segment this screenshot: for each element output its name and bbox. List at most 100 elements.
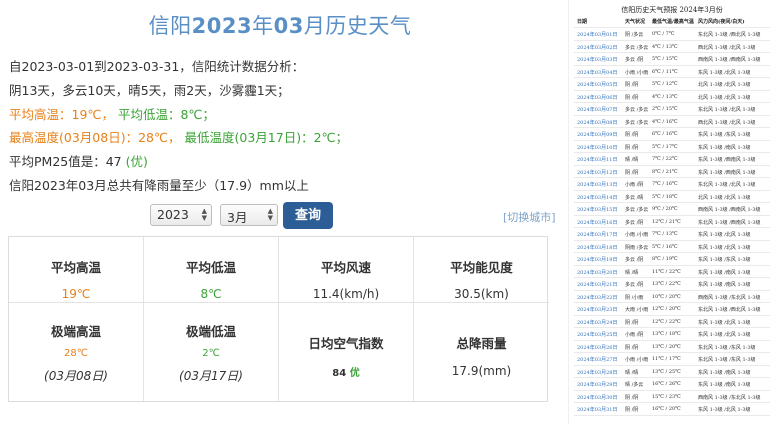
forecast-weather: 晴 /晴 <box>625 157 639 163</box>
table-row: 2024年03月01日阴 /多云 0℃ / 7℃ 东北风 1-3级 /西北风 1-3… <box>574 28 770 41</box>
table-row: 2024年03月12日阴 /阴 8℃ / 21℃ 东风 1-3级 /西南风 1-3级 <box>574 166 770 178</box>
query-controls: 2023 ▲ ▼ 3月 ▲ ▼ 查询 [切换城市] <box>0 202 560 229</box>
query-button[interactable]: 查询 <box>283 202 333 229</box>
forecast-wind: 东风 1-3级 /北风 1-3级 <box>698 232 751 238</box>
forecast-temp: 0℃ / 7℃ <box>652 31 675 37</box>
col-header-date: 日期 <box>577 19 588 25</box>
forecast-wind: 西北风 1-3级 /北风 1-3级 <box>698 44 756 51</box>
summary-pm25-text: 平均PM25值是：47 <box>9 154 126 169</box>
stat-value: 19℃ <box>61 287 91 301</box>
forecast-date-link[interactable]: 2024年03月01日 <box>577 31 623 38</box>
forecast-date-link[interactable]: 2024年03月09日 <box>577 131 623 138</box>
summary-avg-low: 平均低温：8℃； <box>117 107 215 122</box>
forecast-date-link[interactable]: 2024年03月20日 <box>577 269 623 276</box>
forecast-temp: 13℃ / 20℃ <box>652 343 681 350</box>
forecast-weather: 阴 /多云 <box>625 32 644 38</box>
forecast-temp: 5℃ / 18℃ <box>652 193 678 200</box>
forecast-date-link[interactable]: 2024年03月30日 <box>577 394 623 401</box>
stat-label: 日均空气指数 <box>308 336 384 351</box>
summary-avg-high: 平均高温：19℃， <box>9 107 114 122</box>
title-city: 信阳 <box>148 14 192 38</box>
forecast-date-link[interactable]: 2024年03月06日 <box>577 94 623 101</box>
forecast-weather: 阴 /阴 <box>625 394 639 401</box>
forecast-wind: 东北风 1-3级 /东风 1-3级 <box>698 357 756 363</box>
forecast-weather: 阴 /阴 <box>625 94 639 101</box>
table-row: 2024年03月16日 多云 /阴 12℃ / 21℃ 东北风 1-3级 /西南风 1… <box>574 216 770 228</box>
forecast-date-link[interactable]: 2024年03月03日 <box>577 56 623 63</box>
table-row: 2024年03月31日阴 /阴 16℃ / 20℃ 东风 1-3级 /北风 1-3级 <box>574 403 770 416</box>
title-year: 2023 <box>191 14 253 38</box>
year-select[interactable]: 2023 ▲ ▼ <box>150 204 212 226</box>
stat-avg-low: 平均低温 8℃ <box>144 237 279 303</box>
forecast-weather: 小雨 /小雨 <box>625 69 649 76</box>
page-title: 信阳2023年03月历史天气 <box>0 10 560 40</box>
forecast-date-link[interactable]: 2024年03月08日 <box>577 119 623 126</box>
forecast-weather: 阴 /阴 <box>625 319 639 326</box>
forecast-temp: 16℃ / 20℃ <box>652 406 681 412</box>
table-row: 2024年03月30日阴 /阴 15℃ / 23℃ 西南风 1-3级 /东北风 1-… <box>574 391 770 403</box>
history-weather-panel: 信阳2023年03月历史天气 自2023-03-01到2023-03-31，信阳… <box>0 0 560 424</box>
stat-avg-high: 平均高温 19℃ <box>9 237 144 303</box>
forecast-date-link[interactable]: 2024年03月24日 <box>577 319 623 326</box>
forecast-date-link[interactable]: 2024年03月21日 <box>577 281 623 288</box>
forecast-date-link[interactable]: 2024年03月02日 <box>577 44 623 51</box>
forecast-temp: 5℃ / 17℃ <box>652 143 678 150</box>
forecast-date-link[interactable]: 2024年03月15日 <box>577 206 623 213</box>
forecast-weather: 小雨 /小雨 <box>625 232 649 238</box>
forecast-weather: 晴 /晴 <box>625 369 639 376</box>
forecast-temp: 4℃ / 13℃ <box>652 93 678 100</box>
forecast-date-link[interactable]: 2024年03月25日 <box>577 331 623 338</box>
forecast-date-link[interactable]: 2024年03月18日 <box>577 244 623 251</box>
table-row: 2024年03月15日 多云 /多云 9℃ / 20℃ 西南风 1-3级 /西南风 1… <box>574 203 770 216</box>
forecast-date-link[interactable]: 2024年03月12日 <box>577 169 623 176</box>
forecast-weather: 阴 /阴 <box>625 82 639 88</box>
forecast-wind: 东风 1-3级 /南风 1-3级 <box>698 369 751 376</box>
summary-pm25-quality: (优) <box>125 154 148 169</box>
forecast-wind: 东北风 1-3级 /西南风 1-3级 <box>698 219 761 226</box>
forecast-date-link[interactable]: 2024年03月10日 <box>577 144 623 151</box>
table-row: 2024年03月07日 多云 /多云 2℃ / 15℃ 东北风 1-3级 /北风 1-… <box>574 103 770 116</box>
switch-city-link[interactable]: [切换城市] <box>503 209 556 225</box>
forecast-date-link[interactable]: 2024年03月19日 <box>577 256 623 263</box>
month-select[interactable]: 3月 ▲ ▼ <box>220 204 278 226</box>
table-row: 2024年03月20日晴 /晴 11℃ / 22℃ 东风 1-3级 /南风 1-3级 <box>574 266 770 278</box>
stat-avg-wind: 平均风速 11.4(km/h) <box>279 237 414 303</box>
forecast-date-link[interactable]: 2024年03月13日 <box>577 181 623 188</box>
forecast-date-link[interactable]: 2024年03月26日 <box>577 344 623 351</box>
forecast-table-header: 日期 天气状况 最低气温/最高气温 风力风向(夜间/白天) <box>574 15 770 28</box>
forecast-date-link[interactable]: 2024年03月16日 <box>577 219 623 226</box>
forecast-wind: 北风 1-3级 /北风 1-3级 <box>698 82 751 88</box>
forecast-date-link[interactable]: 2024年03月07日 <box>577 106 623 113</box>
forecast-temp: 6℃ / 11℃ <box>652 68 678 75</box>
forecast-date-link[interactable]: 2024年03月29日 <box>577 381 623 388</box>
forecast-date-link[interactable]: 2024年03月17日 <box>577 231 623 238</box>
forecast-temp: 7℃ / 13℃ <box>652 231 678 237</box>
table-row: 2024年03月24日阴 /阴 12℃ / 22℃ 东风 1-3级 /北风 1-3级 <box>574 316 770 328</box>
forecast-date-link[interactable]: 2024年03月11日 <box>577 156 623 163</box>
forecast-temp: 13℃ / 25℃ <box>652 368 681 375</box>
forecast-date-link[interactable]: 2024年03月14日 <box>577 194 623 201</box>
forecast-weather: 阴 /阴 <box>625 144 639 151</box>
forecast-temp: 8℃ / 19℃ <box>652 256 678 262</box>
stat-label: 总降雨量 <box>456 336 507 351</box>
forecast-weather: 多云 /阴 <box>625 57 644 63</box>
forecast-weather: 阴雨 /多云 <box>625 244 649 251</box>
forecast-date-link[interactable]: 2024年03月27日 <box>577 356 623 363</box>
forecast-wind: 东风 1-3级 /北风 1-3级 <box>698 319 751 326</box>
forecast-date-link[interactable]: 2024年03月28日 <box>577 369 623 376</box>
summary-extreme-temps: 最高温度(03月08日)：28℃， 最低温度(03月17日)：2℃； <box>9 127 348 146</box>
month-select-value: 3月 <box>227 210 248 225</box>
forecast-date-link[interactable]: 2024年03月22日 <box>577 294 623 301</box>
table-row: 2024年03月11日晴 /晴 7℃ / 22℃ 东风 1-3级 /西南风 1-3级 <box>574 153 770 166</box>
forecast-date-link[interactable]: 2024年03月23日 <box>577 306 623 313</box>
forecast-date-link[interactable]: 2024年03月04日 <box>577 69 623 76</box>
forecast-weather: 阴 /阴 <box>625 132 639 138</box>
forecast-temp: 2℃ / 15℃ <box>652 106 678 112</box>
forecast-date-link[interactable]: 2024年03月05日 <box>577 81 623 88</box>
forecast-wind: 西南风 1-3级 /西南风 1-3级 <box>698 57 761 63</box>
table-row: 2024年03月21日 多云 /阴 13℃ / 22℃ 东风 1-3级 /南风 1-3… <box>574 278 770 291</box>
table-row: 2024年03月28日晴 /晴 13℃ / 25℃ 东风 1-3级 /南风 1-3级 <box>574 366 770 378</box>
forecast-date-link[interactable]: 2024年03月31日 <box>577 406 623 413</box>
forecast-temp: 12℃ / 21℃ <box>652 218 681 225</box>
stat-value: 2℃ <box>202 348 220 359</box>
